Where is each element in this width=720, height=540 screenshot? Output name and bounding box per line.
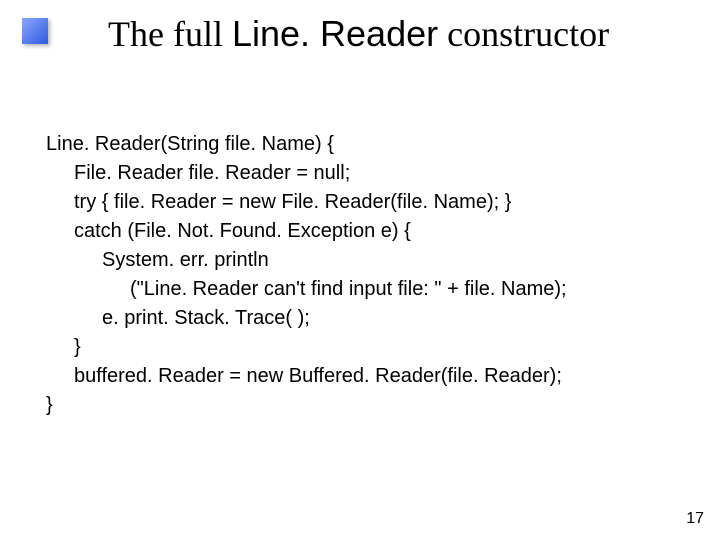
page-number: 17 — [686, 510, 704, 528]
code-line: } — [46, 333, 686, 362]
code-line: catch (File. Not. Found. Exception e) { — [46, 217, 686, 246]
slide-title: The full Line. Reader constructor — [108, 14, 609, 55]
title-part1: The full — [108, 14, 232, 54]
code-line: File. Reader file. Reader = null; — [46, 159, 686, 188]
code-line: e. print. Stack. Trace( ); — [46, 304, 686, 333]
accent-square-icon — [22, 18, 48, 44]
code-line: } — [46, 391, 686, 420]
code-block: Line. Reader(String file. Name) { File. … — [46, 130, 686, 420]
code-line: Line. Reader(String file. Name) { — [46, 130, 686, 159]
title-part3: constructor — [438, 14, 609, 54]
code-line: try { file. Reader = new File. Reader(fi… — [46, 188, 686, 217]
code-line: System. err. println — [46, 246, 686, 275]
code-line: buffered. Reader = new Buffered. Reader(… — [46, 362, 686, 391]
code-line: ("Line. Reader can't find input file: " … — [46, 275, 686, 304]
title-part2: Line. Reader — [232, 13, 438, 54]
slide: The full Line. Reader constructor Line. … — [0, 0, 720, 540]
